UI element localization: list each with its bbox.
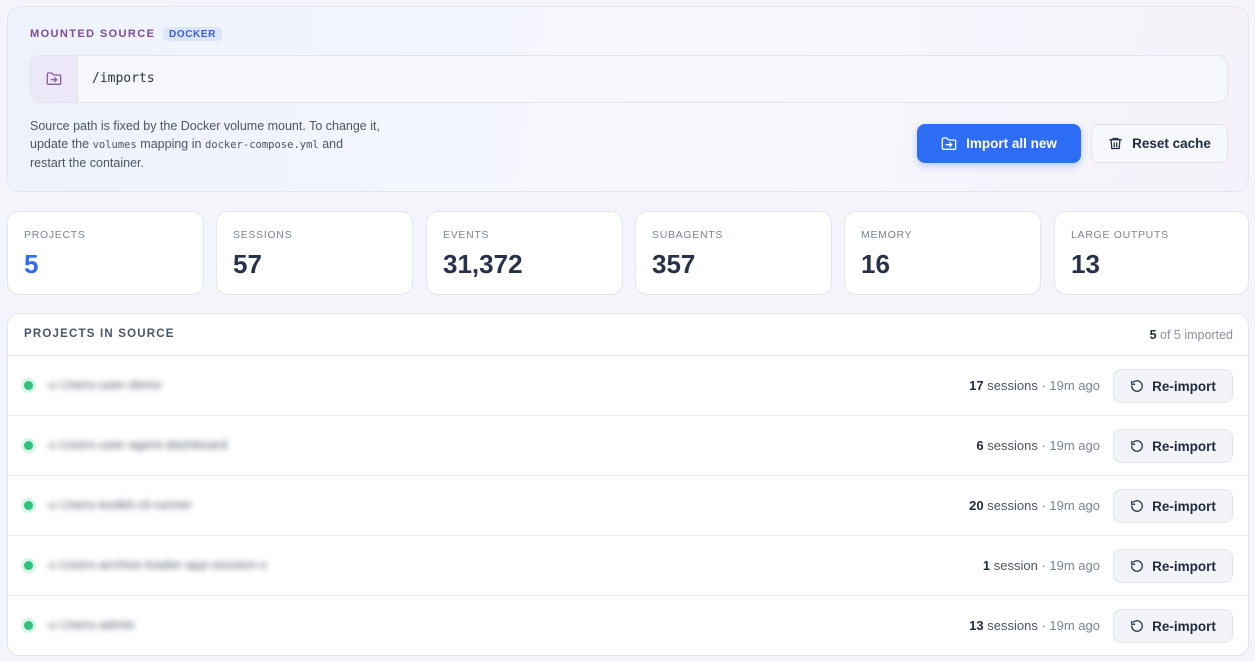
docker-badge: DOCKER bbox=[163, 27, 222, 41]
projects-header: PROJECTS IN SOURCE 5 of 5 imported bbox=[8, 314, 1248, 356]
reset-cache-label: Reset cache bbox=[1132, 136, 1211, 151]
reimport-label: Re-import bbox=[1152, 618, 1216, 634]
status-dot bbox=[24, 441, 33, 450]
imported-count-text: of 5 imported bbox=[1156, 328, 1233, 342]
mounted-source-title: MOUNTED SOURCE bbox=[30, 28, 156, 40]
project-name: -c-Users-admin bbox=[46, 617, 135, 632]
stat-value: 13 bbox=[1071, 249, 1100, 279]
imported-count-number: 5 bbox=[1149, 328, 1157, 342]
project-name: -c-Users-toolkit-cli-runner bbox=[46, 497, 192, 512]
project-name: -c-Users-archive-loader-app-session-v bbox=[46, 557, 268, 572]
projects-in-source-panel: PROJECTS IN SOURCE 5 of 5 imported -c-Us… bbox=[7, 313, 1249, 656]
stat-card-memory: MEMORY 16 bbox=[844, 211, 1041, 295]
status-dot bbox=[24, 501, 33, 510]
source-path-value: /imports bbox=[92, 71, 155, 86]
source-path-note: Source path is fixed by the Docker volum… bbox=[30, 117, 380, 172]
last-import-time: · 19m ago bbox=[1037, 498, 1100, 513]
session-unit: sessions bbox=[987, 618, 1038, 633]
project-row: -c-Users-toolkit-cli-runner 20 sessions … bbox=[8, 476, 1248, 536]
project-meta: 1 session · 19m ago bbox=[983, 558, 1100, 573]
stat-label: SUBAGENTS bbox=[652, 229, 724, 241]
reimport-label: Re-import bbox=[1152, 498, 1216, 514]
stat-value: 57 bbox=[233, 249, 262, 279]
reimport-label: Re-import bbox=[1152, 558, 1216, 574]
reimport-button[interactable]: Re-import bbox=[1113, 489, 1233, 523]
folder-import-icon bbox=[941, 136, 957, 152]
stat-card-events: EVENTS 31,372 bbox=[426, 211, 623, 295]
reset-cache-button[interactable]: Reset cache bbox=[1091, 124, 1228, 163]
stat-label: PROJECTS bbox=[24, 229, 86, 241]
source-path-field: /imports bbox=[30, 55, 1228, 103]
status-dot bbox=[24, 561, 33, 570]
session-count: 17 bbox=[969, 378, 984, 393]
session-unit: session bbox=[993, 558, 1038, 573]
stat-card-sessions: SESSIONS 57 bbox=[216, 211, 413, 295]
mounted-source-card: MOUNTED SOURCE DOCKER /imports Source pa… bbox=[7, 6, 1249, 192]
project-row: -c-Users-archive-loader-app-session-v 1 … bbox=[8, 536, 1248, 596]
stat-card-large-outputs: LARGE OUTPUTS 13 bbox=[1054, 211, 1249, 295]
session-unit: sessions bbox=[987, 378, 1038, 393]
trash-icon bbox=[1108, 136, 1123, 151]
reimport-button[interactable]: Re-import bbox=[1113, 549, 1233, 583]
refresh-icon bbox=[1130, 379, 1144, 393]
refresh-icon bbox=[1130, 559, 1144, 573]
reimport-button[interactable]: Re-import bbox=[1113, 609, 1233, 643]
reimport-label: Re-import bbox=[1152, 378, 1216, 394]
session-count: 20 bbox=[969, 498, 984, 513]
project-row: -c-Users-admin 13 sessions · 19m ago Re-… bbox=[8, 596, 1248, 655]
status-dot bbox=[24, 381, 33, 390]
stat-value: 357 bbox=[652, 249, 696, 279]
note-code-compose-file: docker-compose.yml bbox=[204, 139, 319, 151]
project-row: -c-Users-user-demo 17 sessions · 19m ago… bbox=[8, 356, 1248, 416]
project-meta: 6 sessions · 19m ago bbox=[976, 438, 1100, 453]
session-count: 1 bbox=[982, 558, 991, 573]
note-text: mapping in bbox=[136, 137, 205, 151]
refresh-icon bbox=[1130, 439, 1144, 453]
reimport-button[interactable]: Re-import bbox=[1113, 429, 1233, 463]
import-all-new-label: Import all new bbox=[966, 136, 1057, 151]
import-all-new-button[interactable]: Import all new bbox=[917, 124, 1081, 163]
status-dot bbox=[24, 621, 33, 630]
last-import-time: · 19m ago bbox=[1037, 438, 1100, 453]
session-count: 13 bbox=[969, 618, 984, 633]
stat-value: 5 bbox=[24, 249, 39, 279]
project-meta: 20 sessions · 19m ago bbox=[969, 498, 1100, 513]
stat-label: MEMORY bbox=[861, 229, 913, 241]
stat-value: 31,372 bbox=[443, 249, 523, 279]
session-unit: sessions bbox=[987, 438, 1038, 453]
project-name: -c-Users-user-agent-dashboard bbox=[46, 437, 228, 452]
project-name: -c-Users-user-demo bbox=[46, 377, 162, 392]
stat-label: SESSIONS bbox=[233, 229, 293, 241]
projects-title: PROJECTS IN SOURCE bbox=[24, 328, 175, 340]
last-import-time: · 19m ago bbox=[1037, 378, 1100, 393]
stat-value: 16 bbox=[861, 249, 890, 279]
reimport-label: Re-import bbox=[1152, 438, 1216, 454]
session-unit: sessions bbox=[987, 498, 1038, 513]
session-count: 6 bbox=[976, 438, 984, 453]
stat-label: EVENTS bbox=[443, 229, 490, 241]
project-row: -c-Users-user-agent-dashboard 6 sessions… bbox=[8, 416, 1248, 476]
stat-card-projects: PROJECTS 5 bbox=[7, 211, 204, 295]
last-import-time: · 19m ago bbox=[1037, 618, 1100, 633]
imported-count: 5 of 5 imported bbox=[1150, 328, 1233, 342]
note-code-volumes: volumes bbox=[92, 139, 137, 151]
stat-label: LARGE OUTPUTS bbox=[1071, 229, 1169, 241]
stat-card-subagents: SUBAGENTS 357 bbox=[635, 211, 832, 295]
project-meta: 17 sessions · 19m ago bbox=[969, 378, 1100, 393]
refresh-icon bbox=[1130, 499, 1144, 513]
project-meta: 13 sessions · 19m ago bbox=[969, 618, 1100, 633]
reimport-button[interactable]: Re-import bbox=[1113, 369, 1233, 403]
last-import-time: · 19m ago bbox=[1037, 558, 1100, 573]
refresh-icon bbox=[1130, 619, 1144, 633]
folder-import-icon bbox=[31, 56, 78, 102]
